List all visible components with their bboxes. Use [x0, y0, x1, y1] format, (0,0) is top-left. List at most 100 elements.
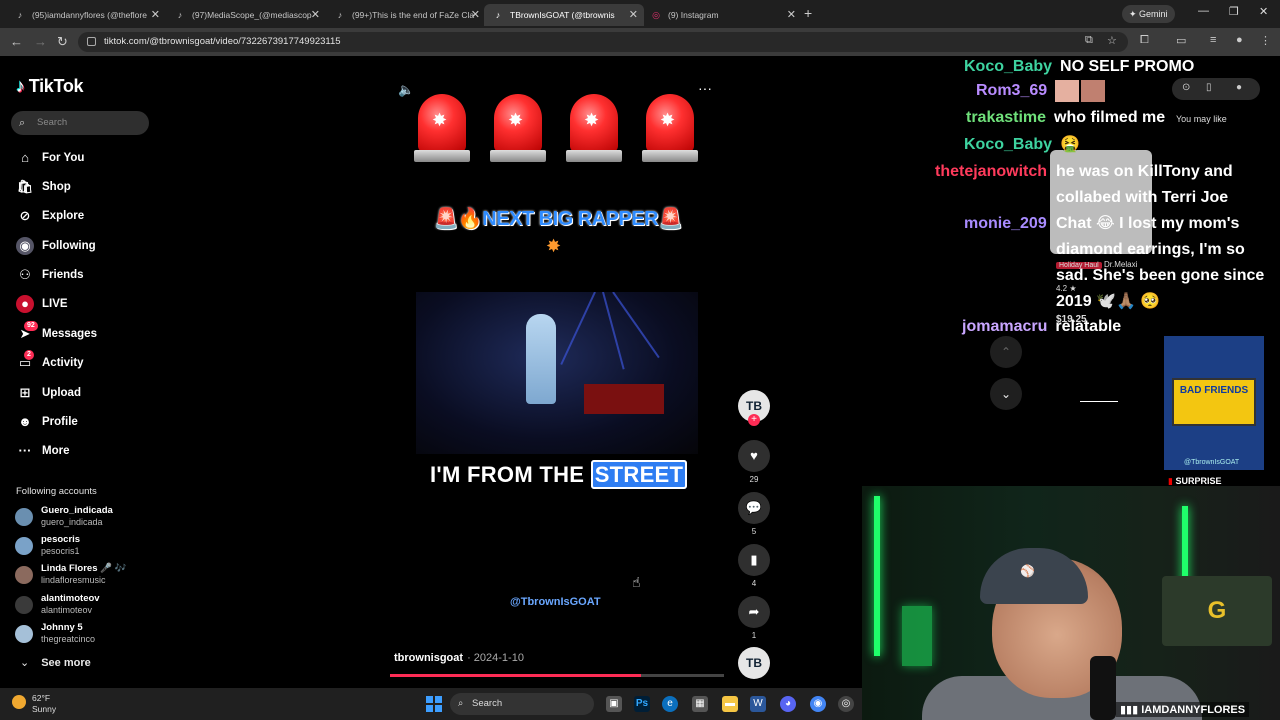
close-icon[interactable]: ✕	[471, 4, 480, 26]
sound-avatar[interactable]: TB	[738, 647, 770, 679]
sidebar-item-activity[interactable]: ▭ 2 Activity	[16, 350, 156, 373]
browser-tab[interactable]: ♪ (95)iamdannyflores (@theflore ✕	[6, 4, 166, 26]
sidebar-item-following[interactable]: ◉ Following	[16, 236, 156, 256]
store-icon[interactable]: ▦	[692, 696, 708, 712]
chat-user: thetejanowitch	[935, 163, 1048, 180]
search-icon: ⌕	[19, 117, 26, 129]
sidebar-item-label: Profile	[42, 416, 78, 428]
following-account[interactable]: Johnny 5 thegreatcinco	[15, 622, 165, 648]
following-account[interactable]: pesocris pesocris1	[15, 534, 165, 560]
close-icon[interactable]: ✕	[151, 4, 160, 26]
save-count: 4	[751, 579, 757, 588]
microphone	[1090, 656, 1116, 720]
tiktok-logo[interactable]: ♪ TikTok	[16, 76, 84, 97]
browser-tab[interactable]: ♪ (97)MediaScope_(@mediascop ✕	[166, 4, 326, 26]
sidebar-item-for-you[interactable]: ⌂ For You	[16, 148, 156, 168]
gemini-button[interactable]: ✦ Gemini	[1122, 5, 1175, 23]
restore-icon[interactable]: ❐	[1229, 5, 1239, 18]
account-handle: guero_indicada	[41, 517, 103, 527]
app-icon[interactable]: ◎	[838, 696, 854, 712]
search-placeholder: Search	[37, 117, 68, 128]
sidebar-item-label: Messages	[42, 328, 97, 340]
follow-plus-icon[interactable]: +	[748, 414, 760, 426]
bookmark-star-icon[interactable]: ☆	[1107, 34, 1117, 47]
taskbar-search[interactable]: ⌕ Search	[450, 693, 594, 715]
site-info-icon[interactable]	[87, 37, 96, 46]
photoshop-icon[interactable]: Ps	[634, 696, 650, 712]
sidebar-item-more[interactable]: ··· More	[16, 441, 156, 461]
window-close-icon[interactable]: ✕	[1259, 5, 1268, 18]
sidebar-item-live[interactable]: ● LIVE	[16, 294, 156, 314]
shop-icon: 🛍	[16, 179, 34, 194]
previous-video-button[interactable]: ⌃	[990, 336, 1022, 368]
sidepanel-icon[interactable]: ▭	[1176, 34, 1186, 47]
forward-icon[interactable]: →	[34, 34, 47, 49]
siren-graphic	[642, 94, 698, 164]
sidebar-item-profile[interactable]: ☻ Profile	[16, 412, 156, 432]
sidebar-item-friends[interactable]: ⚇ Friends	[16, 265, 156, 285]
search-input[interactable]: ⌕ Search	[11, 111, 149, 135]
sidebar-item-shop[interactable]: 🛍 Shop	[16, 177, 156, 197]
volume-icon[interactable]: 🔈	[398, 82, 414, 98]
siren-graphic	[414, 94, 470, 164]
video-options-icon[interactable]: ···	[698, 80, 712, 96]
sidebar-item-messages[interactable]: ➤ 92 Messages	[16, 321, 156, 344]
profile-avatar-icon[interactable]: ●	[1236, 34, 1243, 46]
following-accounts-title: Following accounts	[16, 486, 97, 497]
see-more-button[interactable]: ⌄ See more	[20, 656, 91, 669]
back-icon[interactable]: ←	[10, 34, 23, 49]
suggested-video-thumbnail[interactable]: BAD FRIENDS @TbrownIsGOAT	[1164, 336, 1264, 470]
browser-menu-icon[interactable]: ⋮	[1260, 34, 1271, 47]
following-account[interactable]: Guero_indicada guero_indicada	[15, 505, 165, 531]
task-view-icon[interactable]: ▣	[606, 696, 622, 712]
windows-start-icon[interactable]	[426, 696, 442, 712]
profile-icon: ☻	[18, 414, 32, 429]
sidebar-item-label: Shop	[42, 181, 71, 193]
video-author[interactable]: tbrownisgoat · 2024-1-10	[394, 652, 524, 664]
comment-button[interactable]: 💬 5	[738, 492, 770, 536]
windows-taskbar: 62°F Sunny ⌕ Search ▣ Ps e ▦ ▬ W ◕ ◉ ◎	[0, 688, 862, 720]
following-account[interactable]: alantimoteov alantimoteov	[15, 593, 165, 619]
browser-tab[interactable]: ◎ (9) Instagram ✕	[642, 4, 802, 26]
close-icon[interactable]: ✕	[787, 4, 796, 26]
media-icon[interactable]: ≡	[1210, 34, 1216, 46]
next-video-button[interactable]: ⌄	[990, 378, 1022, 410]
following-account[interactable]: Linda Flores 🎤 🎶 lindafloresmusic	[15, 563, 165, 589]
like-button[interactable]: ♥ 29	[738, 440, 770, 484]
chat-message: trakastime who filmed me	[966, 105, 1165, 131]
sidebar-item-label: Friends	[42, 269, 84, 281]
sidebar-item-upload[interactable]: ⊞ Upload	[16, 383, 156, 403]
install-icon[interactable]: ⧉	[1085, 34, 1093, 47]
minimize-icon[interactable]: —	[1198, 5, 1209, 17]
browser-tab-active[interactable]: ♪ TBrownIsGOAT (@tbrownis ✕	[484, 4, 644, 26]
address-bar[interactable]: tiktok.com/@tbrownisgoat/video/732267391…	[78, 32, 1128, 52]
following-icon: ◉	[16, 237, 34, 255]
stream-chat: Koco_Baby NO SELF PROMO Rom3_69 trakastim…	[900, 56, 1280, 346]
thumbnail-sign: BAD FRIENDS	[1172, 378, 1256, 426]
discord-icon[interactable]: ◕	[780, 696, 796, 712]
team-logo: G	[1162, 576, 1272, 646]
avatar	[15, 537, 33, 555]
edge-icon[interactable]: e	[662, 696, 678, 712]
sidebar-item-label: Activity	[42, 357, 84, 369]
reload-icon[interactable]: ↻	[57, 34, 68, 50]
sidebar-item-label: Following	[42, 240, 96, 252]
chat-text: Chat 😂 I lost my mom's diamond earrings,…	[1056, 215, 1265, 310]
close-icon[interactable]: ✕	[311, 4, 320, 26]
account-name: alantimoteov	[41, 593, 100, 604]
chrome-icon[interactable]: ◉	[810, 696, 826, 712]
sidebar-item-explore[interactable]: ⊘ Explore	[16, 206, 156, 226]
browser-tab[interactable]: ♪ (99+)This is the end of FaZe Cla ✕	[326, 4, 486, 26]
extensions-icon[interactable]: ⧠	[1140, 34, 1149, 47]
video-progress-bar[interactable]	[390, 674, 724, 677]
close-icon[interactable]: ✕	[629, 4, 638, 26]
save-button[interactable]: ▮ 4	[738, 544, 770, 588]
share-button[interactable]: ➦ 1	[738, 596, 770, 640]
home-icon: ⌂	[21, 150, 29, 165]
weather-widget[interactable]: 62°F Sunny	[12, 693, 56, 715]
new-tab-button[interactable]: +	[804, 5, 812, 21]
word-icon[interactable]: W	[750, 696, 766, 712]
chat-message: Rom3_69	[976, 78, 1106, 104]
folder-icon[interactable]: ▬	[722, 696, 738, 712]
tab-title: (97)MediaScope_(@mediascop	[192, 10, 312, 20]
